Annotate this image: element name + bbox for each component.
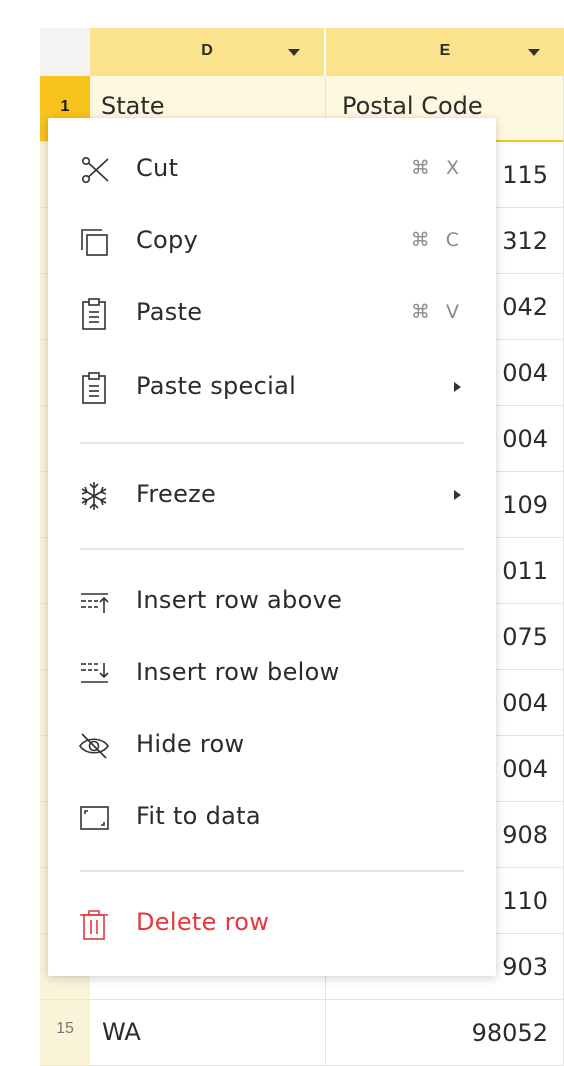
cell-value: 042 xyxy=(502,293,548,321)
menu-item-label: Freeze xyxy=(136,480,217,508)
keyboard-shortcut: ⌘ C xyxy=(410,229,464,251)
menu-item-label: Copy xyxy=(136,226,199,254)
cell-value: 115 xyxy=(502,161,548,189)
scissors-icon xyxy=(78,154,112,186)
menu-item-label: Insert row above xyxy=(136,586,343,614)
cell-value: 109 xyxy=(502,491,548,519)
menu-item-paste[interactable]: Paste ⌘ V xyxy=(48,284,496,344)
cell-value: 004 xyxy=(502,689,548,717)
menu-divider xyxy=(80,442,464,444)
menu-item-cut[interactable]: Cut ⌘ X xyxy=(48,140,496,200)
copy-icon xyxy=(78,226,112,258)
trash-icon xyxy=(78,908,112,940)
fit-icon xyxy=(78,802,112,834)
menu-divider xyxy=(80,870,464,872)
cell-value: 903 xyxy=(502,953,548,981)
cell-value: 004 xyxy=(502,425,548,453)
menu-item-delete-row[interactable]: Delete row xyxy=(48,894,496,954)
chevron-down-icon[interactable] xyxy=(288,49,300,56)
cell-value: 011 xyxy=(502,557,548,585)
cell-value: 312 xyxy=(502,227,548,255)
cell-value: 004 xyxy=(502,755,548,783)
cell-value: WA xyxy=(102,1018,141,1046)
menu-item-label: Hide row xyxy=(136,730,245,758)
menu-item-label: Insert row below xyxy=(136,658,340,686)
insert-row-above-icon xyxy=(78,586,112,618)
keyboard-shortcut: ⌘ X xyxy=(410,157,464,179)
cell-value: 004 xyxy=(502,359,548,387)
clipboard-icon xyxy=(78,298,112,330)
menu-item-paste-special[interactable]: Paste special xyxy=(48,358,496,418)
menu-item-insert-row-below[interactable]: Insert row below xyxy=(48,644,496,704)
cell-value: Postal Code xyxy=(342,92,483,120)
insert-row-below-icon xyxy=(78,658,112,690)
menu-item-freeze[interactable]: Freeze xyxy=(48,466,496,526)
menu-item-copy[interactable]: Copy ⌘ C xyxy=(48,212,496,272)
menu-item-hide-row[interactable]: Hide row xyxy=(48,716,496,776)
cell-value: 110 xyxy=(502,887,548,915)
menu-item-label: Paste xyxy=(136,298,203,326)
table-cell[interactable]: WA xyxy=(90,1000,326,1066)
chevron-right-icon xyxy=(454,382,461,392)
chevron-down-icon[interactable] xyxy=(528,49,540,56)
row-number[interactable]: 15 xyxy=(40,1000,90,1066)
snowflake-icon xyxy=(78,480,112,512)
cell-value: State xyxy=(101,92,165,120)
clipboard-icon xyxy=(78,372,112,404)
menu-item-label: Fit to data xyxy=(136,802,261,830)
table-cell[interactable]: 98052 xyxy=(326,1000,564,1066)
menu-item-label: Delete row xyxy=(136,908,270,936)
menu-divider xyxy=(80,548,464,550)
chevron-right-icon xyxy=(454,490,461,500)
keyboard-shortcut: ⌘ V xyxy=(410,301,464,323)
menu-item-fit-to-data[interactable]: Fit to data xyxy=(48,788,496,848)
menu-item-label: Cut xyxy=(136,154,179,182)
context-menu: Cut ⌘ X Copy ⌘ C Paste ⌘ V Paste special… xyxy=(48,118,496,976)
eye-slash-icon xyxy=(78,730,112,762)
grid-corner[interactable] xyxy=(40,28,90,77)
column-header-e[interactable]: E xyxy=(326,28,564,76)
cell-value: 908 xyxy=(502,821,548,849)
column-header-d[interactable]: D xyxy=(90,28,326,76)
cell-value: 98052 xyxy=(471,1019,548,1047)
menu-item-label: Paste special xyxy=(136,372,297,400)
cell-value: 075 xyxy=(502,623,548,651)
menu-item-insert-row-above[interactable]: Insert row above xyxy=(48,572,496,632)
